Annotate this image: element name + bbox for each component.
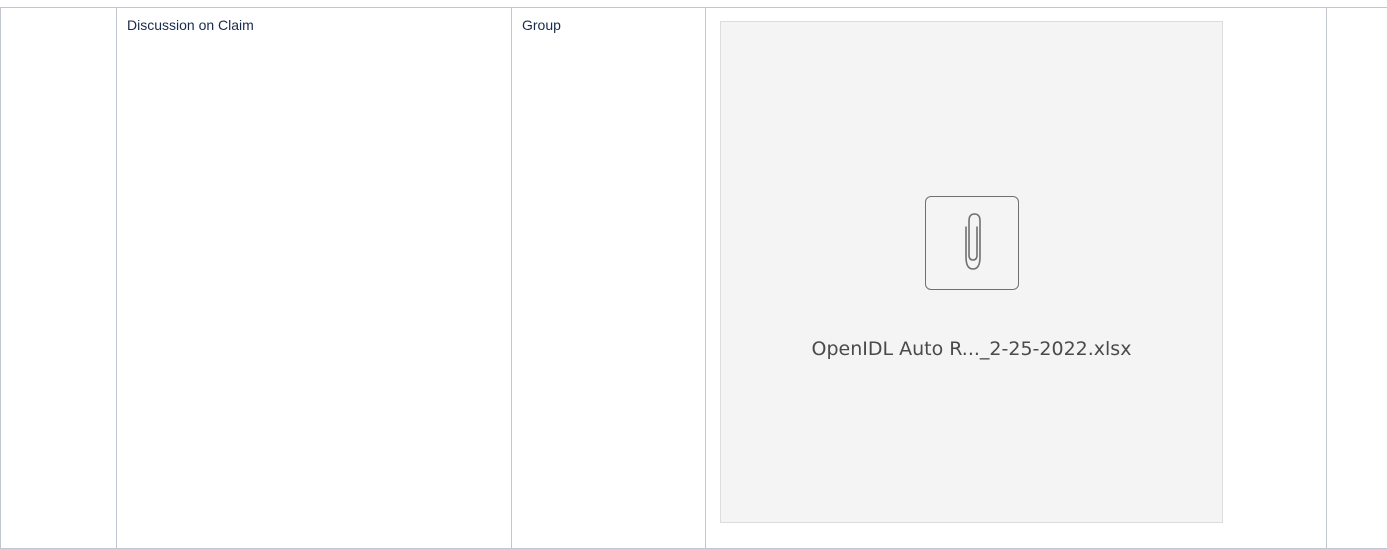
notes-cell[interactable] [1327,8,1387,549]
topic-text: Discussion on Claim [117,8,511,34]
paperclip-icon-glyph [926,197,1020,291]
meeting-notes-table-container: Discussion on Claim Group OpenIDL Auto R… [0,0,1387,534]
time-cell[interactable] [1,8,117,549]
topic-cell[interactable]: Discussion on Claim [117,8,512,549]
owner-text: Group [512,8,705,34]
attachment-file-name[interactable]: OpenIDL Auto R..._2-25-2022.xlsx [721,338,1222,360]
owner-cell[interactable]: Group [512,8,706,549]
file-attachment-card[interactable]: OpenIDL Auto R..._2-25-2022.xlsx [720,21,1223,523]
paperclip-icon [925,196,1019,290]
